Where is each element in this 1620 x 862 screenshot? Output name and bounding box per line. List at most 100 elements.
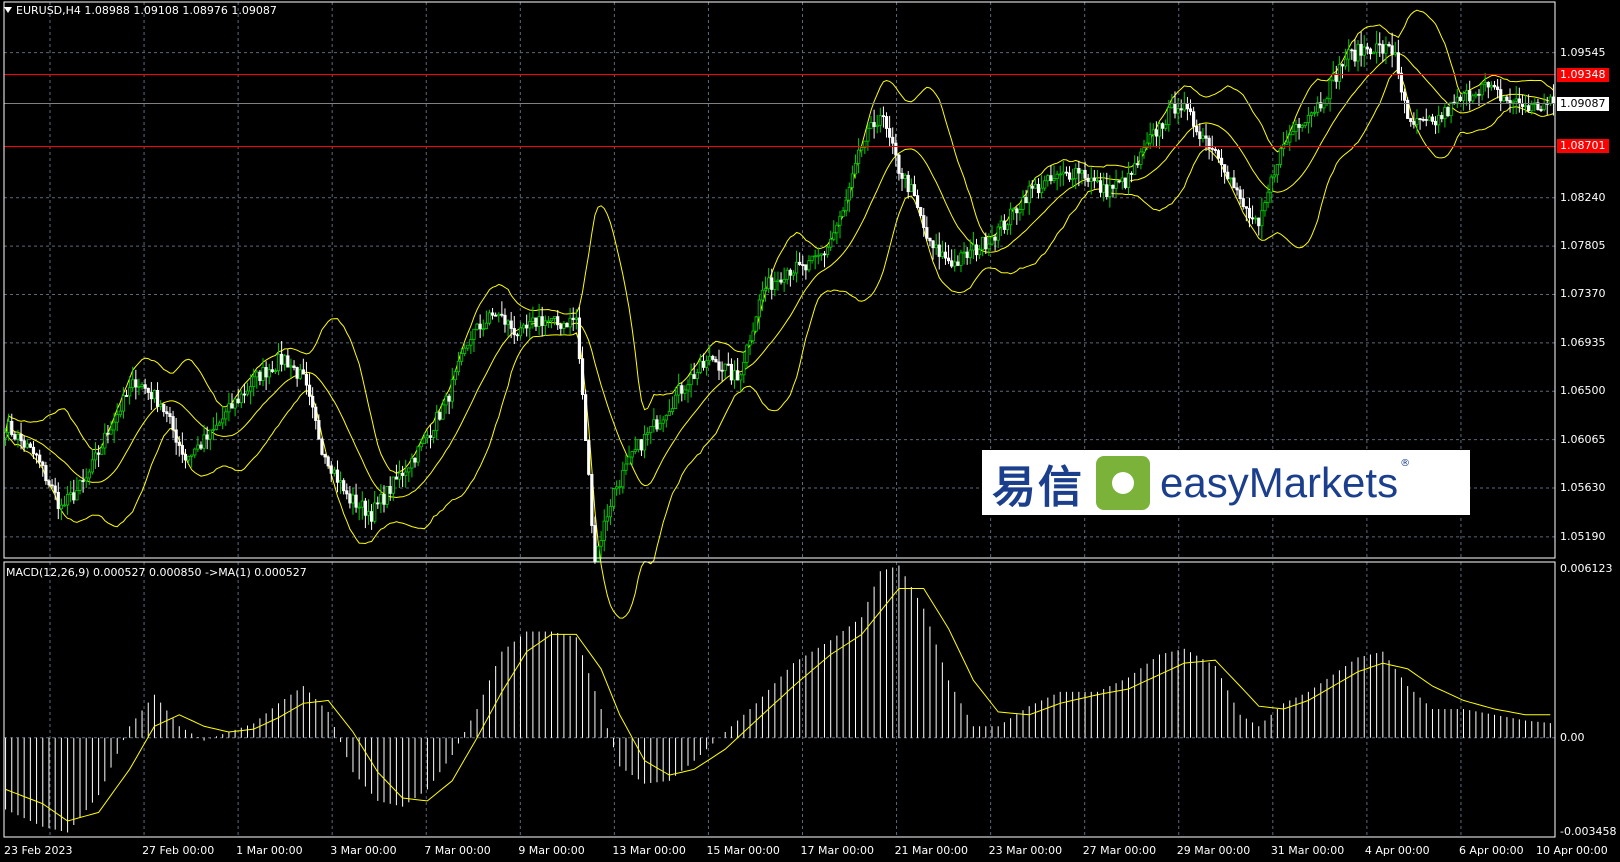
candle-body [1499,89,1503,102]
candle-body [1359,43,1363,56]
time-axis-tick: 27 Mar 00:00 [1082,844,1157,857]
candle-body [171,416,175,431]
candle-body [1142,147,1146,153]
candle-body [1102,184,1106,193]
candle-body [987,243,991,250]
candle-body [1483,81,1487,85]
candle-body [230,403,234,409]
candle-body [1179,108,1183,111]
candle-body [1375,43,1379,53]
candle-body [1247,207,1252,219]
candle-body [298,369,302,379]
candle-body [332,469,336,474]
candle-body [81,480,85,482]
candle-body [670,408,675,412]
candle-body [1347,49,1351,60]
candle-body [143,384,147,389]
candle-body [835,224,839,234]
candle-body [137,385,141,388]
candle-body [565,323,569,328]
candle-body [1105,184,1109,198]
candle-body [1089,177,1093,182]
candle-body [453,371,457,381]
candle-body [1229,177,1233,180]
candle-body [515,334,519,337]
candle-body [649,426,653,434]
candle-body [1148,134,1152,144]
candle-body [326,456,330,467]
candle-body [199,444,203,449]
candle-body [351,494,355,504]
candle-body [1424,119,1428,121]
candle-body [211,429,215,431]
candle-body [314,406,318,421]
candle-body [481,328,485,331]
candle-body [1362,46,1366,56]
candle-body [984,236,988,250]
macd-axis-tick: -0.003458 [1560,825,1617,838]
candle-body [155,389,160,407]
candle-body [559,324,563,329]
candle-body [186,455,191,461]
candle-body [689,374,693,386]
candle-body [459,353,464,362]
candle-body [391,476,395,494]
candle-body [1015,208,1019,214]
candle-body [1223,164,1227,173]
candle-body [363,500,367,516]
candle-body [1303,122,1307,126]
candle-body [618,486,622,489]
candle-body [1309,112,1314,116]
candle-body [348,493,352,504]
candle-body [705,360,709,368]
candle-body [1468,90,1472,102]
candle-body [239,393,243,404]
candle-body [1458,96,1462,101]
candle-body [512,328,516,336]
candle-body [1285,141,1289,145]
candle-body [87,471,91,479]
candle-body [1396,52,1400,74]
candle-body [1266,191,1270,203]
band-upper-line [5,9,1554,474]
candle-body [438,412,442,420]
candle-body [1077,168,1081,174]
candle-body [884,116,889,129]
candle-body [1443,107,1447,120]
candle-body [376,502,380,505]
candle-body [1477,93,1481,96]
candle-body [1322,103,1326,109]
candle-body [1021,197,1025,210]
candle-body [1250,217,1255,220]
candle-body [804,264,808,271]
candle-body [1040,187,1044,194]
candle-body [937,244,941,257]
dropdown-triangle-icon[interactable] [4,7,12,13]
candle-body [729,363,734,381]
candle-body [1508,100,1512,104]
candle-body [779,279,783,283]
candle-body [41,461,45,466]
candle-body [801,264,805,266]
candle-body [1235,187,1239,191]
candle-body [794,261,799,274]
candle-body [385,486,389,505]
price-axis-tick: 1.07805 [1560,239,1606,253]
time-axis-tick: 23 Feb 2023 [4,844,73,857]
candle-body [106,432,110,435]
candle-body [593,525,597,562]
time-axis-tick: 21 Mar 00:00 [894,844,969,857]
candle-body [888,128,892,138]
candle-body [357,506,361,509]
candle-body [720,369,724,372]
candle-body [878,115,882,126]
price-axis-tick: 1.07370 [1560,287,1606,301]
candle-body [78,480,82,491]
candle-body [369,511,374,522]
time-axis-tick: 27 Feb 00:00 [142,844,215,857]
macd-indicator [5,565,1551,833]
candle-body [587,440,591,475]
candle-body [224,411,228,420]
chart-canvas [3,1,1556,838]
candle-body [919,207,923,216]
